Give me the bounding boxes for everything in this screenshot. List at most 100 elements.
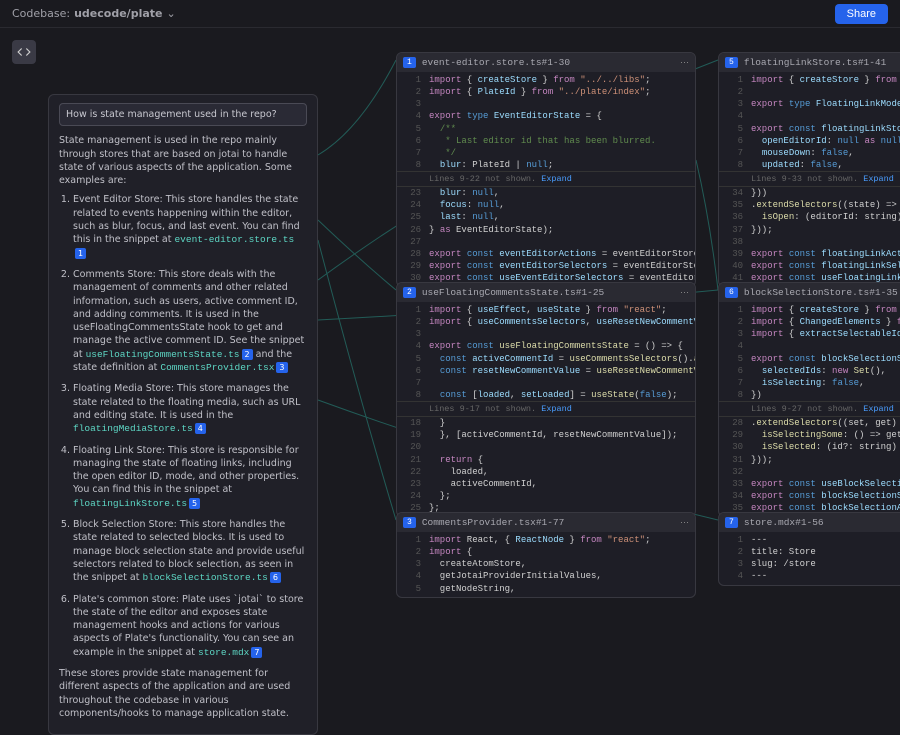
card-title: floatingLinkStore.ts#1-41 [744, 57, 900, 68]
code-line: 8 const [loaded, setLoaded] = useState(f… [397, 389, 695, 401]
fold-indicator: Lines 9-33 not shown. Expand [719, 171, 900, 187]
code-line: 18 } [397, 417, 695, 429]
code-line: 8 updated: false, [719, 159, 900, 171]
expand-button[interactable]: Expand [863, 404, 894, 414]
code-body: 1import { createStore } from "@udecode/p… [719, 302, 900, 516]
expand-button[interactable]: Expand [863, 174, 894, 184]
code-card[interactable]: 7 store.mdx#1-56 ⋯ 1---2title: Store3slu… [718, 512, 900, 586]
code-line: 4export type EventEditorState = { [397, 110, 695, 122]
codebase-prefix: Codebase: [12, 7, 70, 20]
answer-item: Comments Store: This store deals with th… [73, 268, 307, 374]
code-card[interactable]: 1 event-editor.store.ts#1-30 ⋯ 1import {… [396, 52, 696, 287]
code-line: 7 */ [397, 147, 695, 159]
snippet-ref[interactable]: useFloatingCommentsState.ts [86, 349, 240, 360]
snippet-badge[interactable]: 5 [189, 498, 200, 509]
answer-item: Block Selection Store: This store handle… [73, 518, 307, 584]
code-body: 1import React, { ReactNode } from "react… [397, 532, 695, 597]
share-button[interactable]: Share [835, 4, 888, 24]
code-card[interactable]: 6 blockSelectionStore.ts#1-35 ⋯ 1import … [718, 282, 900, 517]
code-line: 4 [719, 110, 900, 122]
snippet-ref[interactable]: store.mdx [198, 647, 249, 658]
code-line: 5 /** [397, 123, 695, 135]
expand-button[interactable]: Expand [541, 174, 572, 184]
card-header: 7 store.mdx#1-56 ⋯ [719, 513, 900, 532]
card-menu-icon[interactable]: ⋯ [680, 288, 689, 298]
code-line: 3 createAtomStore, [397, 558, 695, 570]
code-line: 24 }; [397, 490, 695, 502]
code-line: 8 blur: PlateId | null; [397, 159, 695, 171]
chevron-down-icon: ⌄ [166, 7, 175, 20]
card-menu-icon[interactable]: ⋯ [680, 58, 689, 68]
card-menu-icon[interactable]: ⋯ [680, 518, 689, 528]
code-line: 4 getJotaiProviderInitialValues, [397, 570, 695, 582]
card-badge: 6 [725, 287, 738, 298]
code-line: 39export const floatingLinkActions = flo… [719, 248, 900, 260]
code-line: 6 openEditorId: null as null | string, [719, 135, 900, 147]
snippet-badge[interactable]: 2 [242, 349, 253, 360]
code-line: 5 const activeCommentId = useCommentsSel… [397, 353, 695, 365]
snippet-ref[interactable]: floatingLinkStore.ts [73, 498, 187, 509]
code-line: 2import { [397, 546, 695, 558]
card-header: 6 blockSelectionStore.ts#1-35 ⋯ [719, 283, 900, 302]
snippet-ref[interactable]: floatingMediaStore.ts [73, 423, 193, 434]
code-line: 6 * Last editor id that has been blurred… [397, 135, 695, 147]
snippet-badge[interactable]: 7 [251, 647, 262, 658]
code-body: 1import { useEffect, useState } from "re… [397, 302, 695, 516]
code-line: 29export const eventEditorSelectors = ev… [397, 260, 695, 272]
code-card[interactable]: 5 floatingLinkStore.ts#1-41 ⋯ 1import { … [718, 52, 900, 287]
code-line: 6 selectedIds: new Set(), [719, 365, 900, 377]
snippet-badge[interactable]: 1 [75, 248, 86, 259]
code-line: 1import { useEffect, useState } from "re… [397, 304, 695, 316]
codebase-name: udecode/plate [74, 7, 162, 20]
fold-indicator: Lines 9-22 not shown. Expand [397, 171, 695, 187]
code-line: 23 activeCommentId, [397, 478, 695, 490]
code-line: 36 isOpen: (editorId: string) => state [719, 211, 900, 223]
code-card[interactable]: 2 useFloatingCommentsState.ts#1-25 ⋯ 1im… [396, 282, 696, 517]
snippet-badge[interactable]: 4 [195, 423, 206, 434]
card-title: blockSelectionStore.ts#1-35 [744, 287, 900, 298]
code-line: 19 }, [activeCommentId, resetNewCommentV… [397, 429, 695, 441]
code-line: 3 [397, 98, 695, 110]
code-line: 24 focus: null, [397, 199, 695, 211]
answer-item: Plate's common store: Plate uses `jotai`… [73, 593, 307, 659]
fold-indicator: Lines 9-17 not shown. Expand [397, 401, 695, 417]
expand-button[interactable]: Expand [541, 404, 572, 414]
code-line: 28export const eventEditorActions = even… [397, 248, 695, 260]
code-line: 34})) [719, 187, 900, 199]
snippet-ref[interactable]: CommentsProvider.tsx [160, 362, 274, 373]
code-line: 22 loaded, [397, 466, 695, 478]
code-line: 7 [397, 377, 695, 389]
snippet-badge[interactable]: 3 [276, 362, 287, 373]
code-card[interactable]: 3 CommentsProvider.tsx#1-77 ⋯ 1import Re… [396, 512, 696, 598]
code-line: 7 isSelecting: false, [719, 377, 900, 389]
answer-item: Floating Media Store: This store manages… [73, 382, 307, 435]
code-body: 1import { createStore } from "../../libs… [397, 72, 695, 286]
code-line: 1import { createStore } from "@udecode/p [719, 74, 900, 86]
code-line: 21 return { [397, 454, 695, 466]
card-title: event-editor.store.ts#1-30 [422, 57, 674, 68]
code-body: 1---2title: Store3slug: /store4--- [719, 532, 900, 585]
snippet-ref[interactable]: event-editor.store.ts [174, 234, 294, 245]
snippet-ref[interactable]: blockSelectionStore.ts [142, 572, 267, 583]
codebase-selector[interactable]: Codebase: udecode/plate ⌄ [12, 7, 176, 20]
card-title: useFloatingCommentsState.ts#1-25 [422, 287, 674, 298]
code-line: 40export const floatingLinkSelectors = f… [719, 260, 900, 272]
code-line: 1import { createStore } from "@udecode/p [719, 304, 900, 316]
app-logo-icon[interactable] [12, 40, 36, 64]
snippet-badge[interactable]: 6 [270, 572, 281, 583]
code-line: 2import { PlateId } from "../plate/index… [397, 86, 695, 98]
code-line: 7 mouseDown: false, [719, 147, 900, 159]
code-line: 2import { useCommentsSelectors, useReset… [397, 316, 695, 328]
code-line: 34export const blockSelectionSelectors =… [719, 490, 900, 502]
card-badge: 5 [725, 57, 738, 68]
code-line: 2title: Store [719, 546, 900, 558]
code-line: 8}) [719, 389, 900, 401]
question-box[interactable]: How is state management used in the repo… [59, 103, 307, 126]
code-line: 20 [397, 441, 695, 453]
answer-panel: How is state management used in the repo… [48, 94, 318, 735]
code-line: 4 [719, 340, 900, 352]
answer-intro: State management is used in the repo mai… [59, 134, 307, 187]
code-line: 4--- [719, 570, 900, 582]
card-title: store.mdx#1-56 [744, 517, 900, 528]
code-line: 2 [719, 86, 900, 98]
